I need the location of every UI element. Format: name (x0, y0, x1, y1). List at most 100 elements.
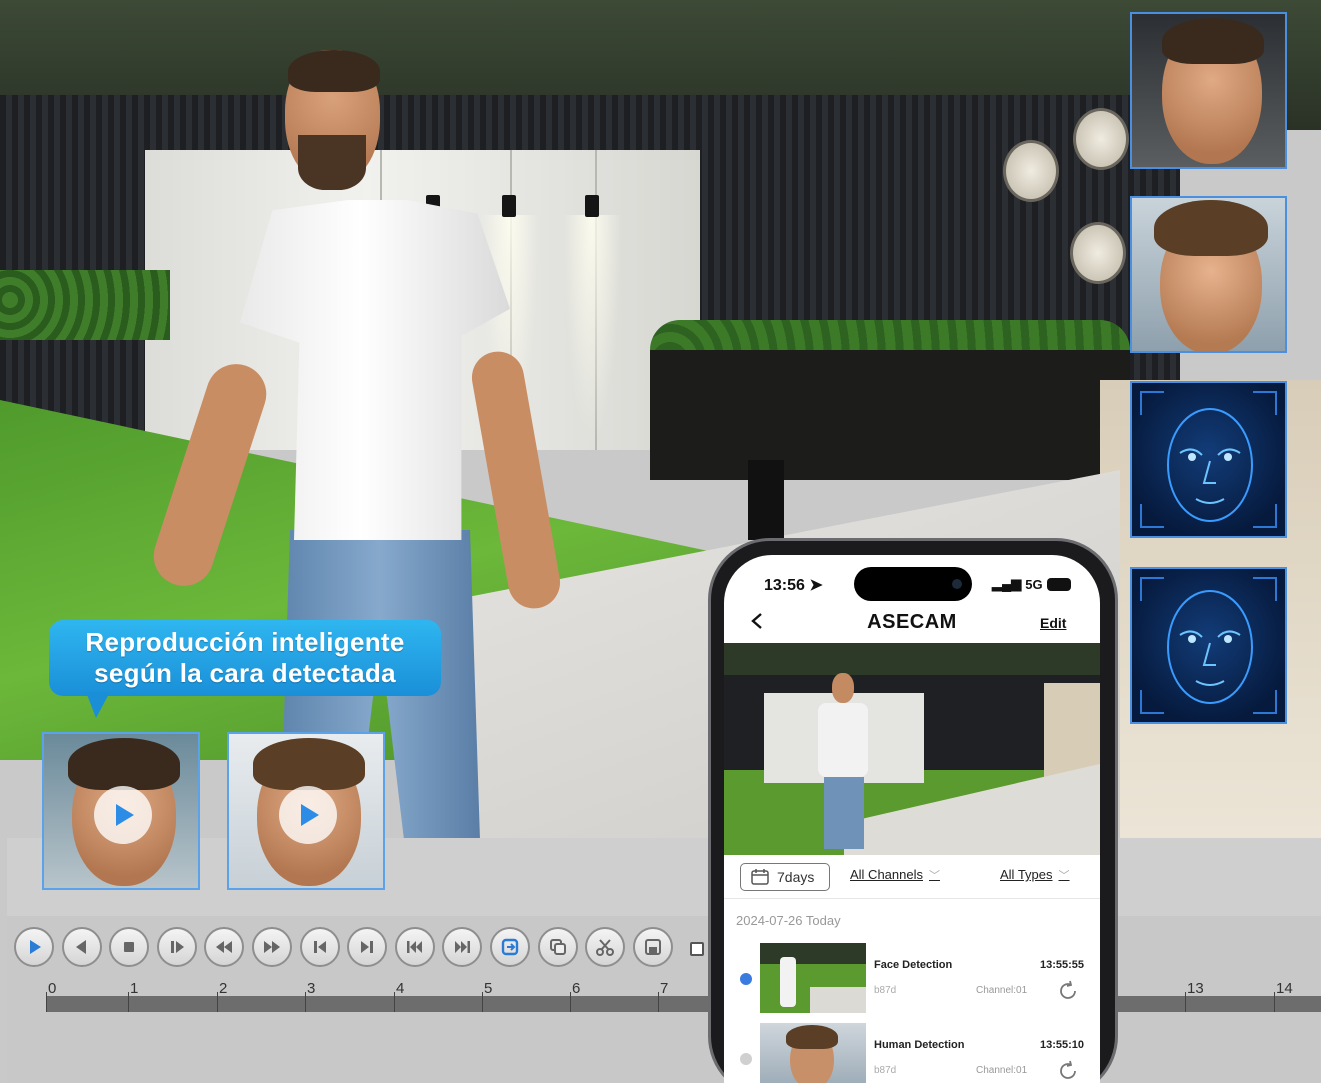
timeline-tick-label: 13 (1187, 980, 1204, 997)
timeline-tick-mark (217, 992, 218, 1012)
event-indicator (740, 973, 752, 985)
play-overlay-icon[interactable] (279, 786, 337, 844)
thumbnail-hair (786, 1025, 838, 1049)
event-channel: Channel:01 (976, 985, 1028, 996)
option-checkbox[interactable] (690, 942, 704, 956)
event-thumbnail (760, 943, 866, 1013)
replay-icon[interactable] (1056, 1059, 1080, 1083)
timeline-tick-label: 4 (396, 980, 405, 997)
person-shirt (818, 703, 868, 777)
location-arrow-icon: ➤ (809, 577, 823, 594)
timeline-tick-mark (570, 992, 571, 1012)
timeline-tick-label: 3 (307, 980, 316, 997)
calendar-icon (751, 869, 769, 885)
timeline-tick-label: 5 (484, 980, 493, 997)
last-file-icon[interactable] (442, 927, 483, 967)
timeline-tick-mark (46, 992, 47, 1012)
timeline-tick-mark (128, 992, 129, 1012)
scan-corner (1253, 504, 1277, 528)
stop-icon[interactable] (109, 927, 150, 967)
walking-man (145, 50, 570, 840)
timeline-tick-mark (482, 992, 483, 1012)
callout-line-2: según la cara detectada (94, 658, 396, 688)
garden-bollard-light (748, 460, 784, 540)
person-arm (467, 347, 565, 613)
status-indicators: ▂▄▆ 5G (992, 576, 1071, 592)
playback-controls (14, 927, 673, 967)
round-wall-light (1070, 222, 1126, 284)
first-file-icon[interactable] (394, 927, 435, 967)
face-thumbnail-1[interactable] (42, 732, 200, 890)
days-filter-button[interactable]: 7days (740, 863, 830, 891)
sync-icon[interactable] (489, 927, 530, 967)
timeline-tick-label: 0 (48, 980, 57, 997)
scan-corner (1253, 690, 1277, 714)
copy-icon[interactable] (537, 927, 578, 967)
channels-filter-label: All Channels (850, 867, 923, 882)
timeline-track[interactable] (46, 996, 711, 1012)
playback-header (7, 838, 1321, 916)
event-indicator (740, 1053, 752, 1065)
event-type: Human Detection (874, 1039, 965, 1051)
play-icon[interactable] (14, 927, 54, 967)
timeline-tick-label: 1 (130, 980, 139, 997)
types-filter[interactable]: All Types ﹀ (1000, 867, 1070, 883)
face-card-1[interactable] (1130, 12, 1287, 169)
round-wall-light (1073, 108, 1129, 170)
event-time: 13:55:55 (1040, 959, 1085, 971)
thumbnail-path (810, 987, 866, 1013)
play-overlay-icon[interactable] (94, 786, 152, 844)
face-thumbnail-2[interactable] (227, 732, 385, 890)
planter-box (650, 350, 1130, 480)
status-time-text: 13:56 (764, 577, 805, 594)
person-shirt (240, 200, 510, 540)
timeline-tick-label: 2 (219, 980, 228, 997)
timeline-tick-mark (394, 992, 395, 1012)
event-thumbnail (760, 1023, 866, 1083)
dynamic-island (854, 567, 972, 601)
event-device-id: b87d (874, 985, 897, 996)
person-hair (288, 50, 380, 92)
chevron-down-icon: ﹀ (929, 870, 940, 882)
face-scan-card-1[interactable] (1130, 381, 1287, 538)
scan-corner (1253, 391, 1277, 415)
scan-corner (1140, 690, 1164, 714)
timeline-tick-label: 6 (572, 980, 581, 997)
event-time: 13:55:10 (1040, 1039, 1085, 1051)
wall-light-glow (562, 215, 622, 445)
filter-bar: 7days All Channels ﹀ All Types ﹀ (724, 855, 1100, 899)
person-beard (298, 135, 366, 190)
wall-light-fixture (585, 195, 599, 217)
cut-icon[interactable] (585, 927, 626, 967)
face-scan-card-2[interactable] (1130, 567, 1287, 724)
face-hair (253, 738, 365, 790)
channels-filter[interactable]: All Channels ﹀ (850, 867, 940, 883)
shrubs (0, 270, 170, 340)
timeline-track[interactable] (1118, 996, 1321, 1012)
date-header: 2024-07-26 Today (736, 913, 841, 928)
callout-tail (86, 692, 110, 718)
feature-callout: Reproducción inteligente según la cara d… (49, 620, 441, 696)
skip-start-icon[interactable] (299, 927, 340, 967)
fast-forward-icon[interactable] (251, 927, 292, 967)
status-time: 13:56 ➤ (764, 575, 823, 595)
event-row[interactable]: Human Detection 13:55:10 b87d Channel:01 (724, 1023, 1100, 1083)
save-icon[interactable] (632, 927, 673, 967)
round-wall-light (1003, 140, 1059, 202)
face-card-2[interactable] (1130, 196, 1287, 353)
skip-end-icon[interactable] (347, 927, 388, 967)
prev-frame-icon[interactable] (61, 927, 102, 967)
live-video-preview[interactable] (724, 643, 1100, 855)
battery-icon (1046, 577, 1071, 591)
network-type: 5G (1025, 576, 1043, 592)
step-forward-icon[interactable] (156, 927, 197, 967)
rewind-icon[interactable] (204, 927, 245, 967)
timeline-tick-mark (305, 992, 306, 1012)
person-head (832, 673, 854, 703)
edit-button[interactable]: Edit (1040, 615, 1066, 631)
replay-icon[interactable] (1056, 979, 1080, 1003)
signal-bars-icon: ▂▄▆ (992, 576, 1022, 591)
video-person (804, 673, 884, 853)
camera-dot (952, 579, 962, 589)
event-row[interactable]: Face Detection 13:55:55 b87d Channel:01 (724, 943, 1100, 1017)
